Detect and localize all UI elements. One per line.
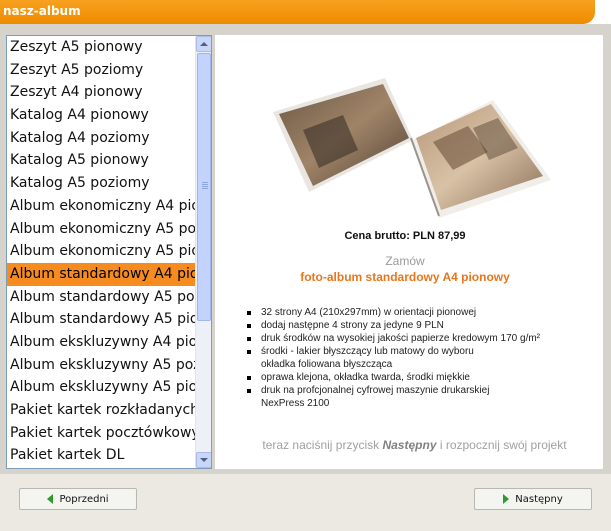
feature-text: 32 strony A4 (210x297mm) w orientacji pi… — [261, 307, 477, 318]
main-panel: Zeszyt A5 pionowy Zeszyt A5 poziomy Zeszyt… — [0, 24, 611, 474]
list-item[interactable]: Pakiet kartek DL — [7, 444, 195, 467]
previous-button[interactable]: Poprzedni — [19, 488, 137, 510]
chevron-down-icon — [200, 458, 208, 462]
scroll-down-button[interactable] — [196, 452, 211, 468]
list-item[interactable]: Pakiet kartek rozkładanych — [7, 399, 195, 422]
list-item[interactable]: Album ekskluzywny A5 pozio — [7, 354, 195, 377]
hint-text-bold: Następny — [382, 438, 437, 452]
list-item[interactable]: Album ekskluzywny A4 pion — [7, 331, 195, 354]
list-item[interactable]: Katalog A5 pionowy — [7, 149, 195, 172]
feature-item: środki - lakier błyszczący lub matowy do… — [247, 346, 592, 358]
list-item[interactable]: Album ekonomiczny A4 pion — [7, 195, 195, 218]
feature-item: druk na profcjonalnej cyfrowej maszynie … — [247, 385, 592, 397]
list-item[interactable]: Zeszyt A5 poziomy — [7, 59, 195, 82]
list-item[interactable]: Zeszyt A5 pionowy — [7, 36, 195, 59]
next-button-label: Następny — [515, 493, 563, 505]
feature-item: dodaj następne 4 strony za jedyne 9 PLN — [247, 320, 592, 332]
product-details: Cena brutto: PLN 87,99 Zamów foto-album … — [215, 35, 603, 469]
window-title: nasz-album — [3, 4, 81, 18]
feature-text: oprawa klejona, okładka twarda, środki m… — [261, 372, 470, 383]
album-preview-image — [273, 78, 551, 218]
feature-text: okładka foliowana błyszcząca — [261, 359, 393, 370]
button-bar: Poprzedni Następny — [0, 474, 611, 531]
bullet-icon — [247, 337, 251, 341]
feature-text: druk środków na wysokiej jakości papierz… — [261, 333, 541, 344]
product-list-items: Zeszyt A5 pionowy Zeszyt A5 poziomy Zeszyt… — [7, 36, 195, 467]
list-item[interactable]: Katalog A4 poziomy — [7, 127, 195, 150]
feature-text: środki - lakier błyszczący lub matowy do… — [261, 346, 474, 357]
feature-item: oprawa klejona, okładka twarda, środki m… — [247, 372, 592, 384]
feature-item: okładka foliowana błyszcząca — [247, 359, 592, 371]
bullet-icon — [247, 350, 251, 354]
order-label: Zamów — [385, 254, 425, 268]
title-bar-background — [0, 0, 595, 24]
bullet-icon — [247, 311, 251, 315]
list-item[interactable]: Pakiet kartek pocztówkowych — [7, 422, 195, 445]
feature-item: 32 strony A4 (210x297mm) w orientacji pi… — [247, 307, 592, 319]
arrow-left-icon — [47, 494, 54, 504]
bullet-icon — [247, 324, 251, 328]
list-item[interactable]: Album standardowy A5 pion — [7, 308, 195, 331]
bullet-icon — [247, 376, 251, 380]
feature-item: druk środków na wysokiej jakości papierz… — [247, 333, 592, 345]
arrow-right-icon — [503, 494, 510, 504]
list-item[interactable]: Album ekonomiczny A5 pion — [7, 240, 195, 263]
chevron-up-icon — [200, 42, 208, 46]
next-button[interactable]: Następny — [474, 488, 592, 510]
feature-item: NexPress 2100 — [247, 398, 592, 410]
list-scrollbar[interactable] — [195, 36, 211, 468]
scroll-up-button[interactable] — [196, 36, 211, 52]
bullet-icon — [247, 389, 251, 393]
title-bar: nasz-album — [0, 0, 611, 24]
price-label: Cena brutto: PLN 87,99 — [344, 230, 466, 242]
list-item[interactable]: Album standardowy A4 pion — [7, 262, 195, 286]
feature-text: druk na profcjonalnej cyfrowej maszynie … — [261, 385, 490, 396]
list-item[interactable]: Album ekskluzywny A5 pion — [7, 376, 195, 399]
hint-text-after: i rozpocznij swój projekt — [436, 438, 567, 452]
list-item[interactable]: Zeszyt A4 pionowy — [7, 81, 195, 104]
list-item[interactable]: Album standardowy A5 pozi — [7, 286, 195, 309]
next-step-hint: teraz naciśnij przycisk Następny i rozpo… — [237, 438, 592, 452]
hint-text-before: teraz naciśnij przycisk — [262, 438, 383, 452]
list-item[interactable]: Katalog A5 poziomy — [7, 172, 195, 195]
grip-icon — [202, 182, 208, 190]
product-list[interactable]: Zeszyt A5 pionowy Zeszyt A5 poziomy Zeszyt… — [6, 35, 212, 469]
previous-button-label: Poprzedni — [59, 493, 109, 505]
scroll-thumb[interactable] — [197, 53, 211, 321]
list-item[interactable]: Album ekonomiczny A5 pozi — [7, 218, 195, 241]
product-name: foto-album standardowy A4 pionowy — [300, 270, 510, 284]
feature-text: dodaj następne 4 strony za jedyne 9 PLN — [261, 320, 444, 331]
feature-list: 32 strony A4 (210x297mm) w orientacji pi… — [247, 307, 592, 411]
list-item[interactable]: Katalog A4 pionowy — [7, 104, 195, 127]
feature-text: NexPress 2100 — [261, 398, 330, 409]
